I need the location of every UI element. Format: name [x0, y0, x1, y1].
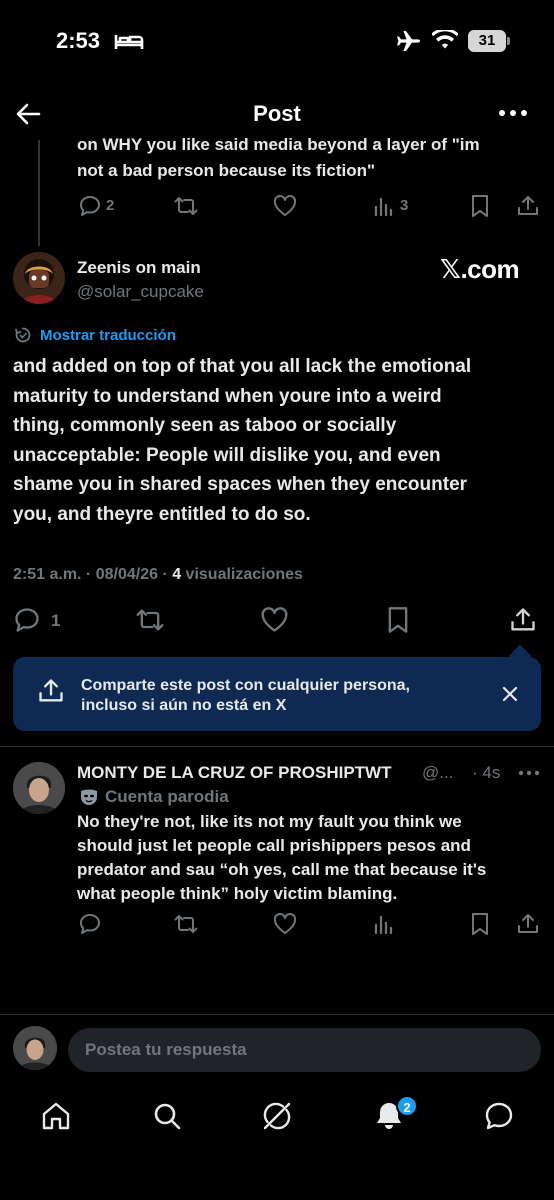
share-tip-text: Comparte este post con cualquier persona…: [81, 676, 481, 716]
divider: [0, 1014, 554, 1015]
like-button[interactable]: [259, 606, 290, 634]
parent-post-text: on WHY you like said media beyond a laye…: [77, 136, 517, 188]
page-title: Post: [253, 101, 301, 126]
x-com-watermark: 𝕏.com: [440, 254, 520, 284]
parent-reply-button[interactable]: [78, 194, 102, 218]
post-body-line: and added on top of that you all lack th…: [13, 356, 472, 377]
author-handle[interactable]: @solar_cupcake: [77, 282, 204, 302]
share-icon: [37, 677, 65, 705]
wifi-icon: [432, 30, 458, 50]
battery-indicator: 31: [468, 30, 506, 52]
reply-body-line: should just let people call prishippers …: [77, 836, 471, 855]
post-body-line: maturity to understand when youre into a…: [13, 385, 442, 407]
airplane-mode-icon: [396, 30, 422, 52]
share-tip-line: incluso si aún no está en X: [81, 697, 287, 714]
reply-like-button[interactable]: [272, 912, 298, 936]
reply-button[interactable]: [13, 606, 41, 634]
post-timestamp[interactable]: 2:51 a.m. · 08/04/26 ·: [13, 566, 172, 583]
reply-author-handle[interactable]: @...: [422, 763, 453, 783]
parent-bookmark-button[interactable]: [469, 194, 491, 218]
thread-connector: [38, 140, 40, 246]
parent-repost-button[interactable]: [173, 194, 199, 218]
views-label: visualizaciones: [181, 566, 303, 583]
post-metadata: 2:51 a.m. · 08/04/26 · 4 visualizaciones: [13, 566, 303, 584]
parent-views-button[interactable]: [372, 194, 396, 218]
reply-share-button[interactable]: [516, 912, 540, 936]
parent-share-button[interactable]: [516, 194, 540, 218]
show-translation-link[interactable]: Mostrar traducción: [40, 327, 176, 344]
views-count: 4: [172, 566, 182, 583]
search-tab-icon[interactable]: [151, 1100, 183, 1132]
repost-button[interactable]: [134, 606, 166, 634]
parent-post-line: not a bad person because its fiction": [77, 161, 376, 180]
parent-reply-count: 2: [106, 197, 115, 214]
close-icon[interactable]: [500, 684, 520, 704]
reply-count: 1: [51, 611, 61, 630]
messages-tab-icon[interactable]: [483, 1100, 515, 1132]
grok-tab-icon[interactable]: [261, 1100, 293, 1132]
parent-like-button[interactable]: [272, 194, 298, 218]
post-body: and added on top of that you all lack th…: [13, 352, 543, 529]
status-time: 2:53: [56, 28, 101, 53]
reply-body-line: No they're not, like its not my fault yo…: [77, 812, 462, 831]
home-tab-icon[interactable]: [40, 1100, 72, 1132]
reply-input[interactable]: [68, 1028, 541, 1072]
reply-body-line: what people think” holy victim blaming.: [77, 884, 398, 903]
share-tip-line: Comparte este post con cualquier persona…: [81, 677, 410, 694]
translate-icon: [14, 326, 32, 344]
author-name[interactable]: Zeenis on main: [77, 258, 201, 278]
author-avatar[interactable]: [13, 252, 65, 304]
parody-mask-icon: [79, 787, 99, 807]
battery-tip: [507, 37, 510, 45]
parent-views-count: 3: [400, 197, 409, 214]
post-body-line: unacceptable: People will dislike you, a…: [13, 444, 441, 466]
more-options-icon[interactable]: [498, 103, 528, 123]
reply-repost-button[interactable]: [173, 912, 199, 936]
reply-more-icon[interactable]: [518, 770, 540, 776]
reply-views-button[interactable]: [372, 912, 396, 936]
reply-time: · 4s: [472, 763, 501, 782]
composer-avatar: [13, 1026, 57, 1070]
reply-reply-button[interactable]: [78, 912, 102, 936]
share-button[interactable]: [509, 606, 537, 634]
parent-post-line: on WHY you like said media beyond a laye…: [77, 136, 480, 154]
bookmark-button[interactable]: [385, 606, 411, 634]
divider: [0, 746, 554, 747]
reply-author-name[interactable]: MONTY DE LA CRUZ OF PROSHIPTWT: [77, 763, 392, 783]
reply-body: No they're not, like its not my fault yo…: [77, 810, 547, 906]
notifications-badge: 2: [396, 1095, 418, 1117]
reply-body-line: predator and sau “oh yes, call me that b…: [77, 860, 487, 879]
post-body-line: you, and theyre entitled to do so.: [13, 503, 311, 525]
sleep-focus-icon: [114, 31, 144, 51]
reply-avatar[interactable]: [13, 762, 65, 814]
post-body-line: shame you in shared spaces when they enc…: [13, 474, 468, 495]
parody-account-label: Cuenta parodia: [105, 787, 229, 806]
reply-bookmark-button[interactable]: [469, 912, 491, 936]
post-body-line: thing, commonly seen as taboo or sociall…: [13, 415, 397, 436]
